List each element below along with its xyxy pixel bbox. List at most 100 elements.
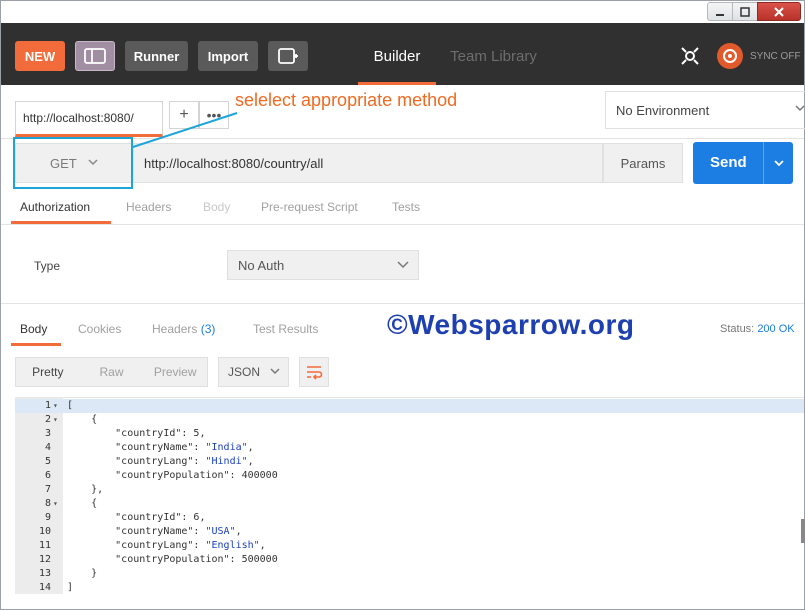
params-button[interactable]: Params (603, 143, 683, 183)
view-raw-button[interactable]: Raw (80, 365, 144, 379)
tab-response-body[interactable]: Body (20, 322, 47, 336)
wrap-lines-button[interactable] (299, 357, 329, 387)
code-line: 3 "countryId": 5, (15, 427, 804, 441)
code-line: 1 ▾ [ (15, 399, 804, 413)
json-punctuation: , (247, 442, 254, 453)
chevron-down-icon (773, 160, 784, 167)
line-number: 1 (44, 400, 51, 411)
code-line: 5 "countryLang": "Hindi", (15, 455, 804, 469)
code-text: "countryLang": "English", (67, 539, 266, 553)
toggle-sidebar-button[interactable] (75, 41, 115, 71)
chevron-down-icon (87, 156, 99, 171)
divider (1, 303, 804, 304)
auth-type-select[interactable]: No Auth (227, 250, 419, 280)
tab-authorization[interactable]: Authorization (20, 200, 90, 214)
response-code-editor[interactable]: 1 ▾[2 ▾ {3 "countryId": 5, 4 "countryName":… (15, 397, 804, 595)
code-line: 8 ▾ { (15, 497, 804, 511)
code-text: "countryName": "USA", (67, 525, 241, 539)
method-value: GET (50, 155, 77, 171)
json-string-value: "Hindi" (205, 456, 248, 467)
new-window-button[interactable] (268, 41, 308, 71)
line-number: 2 (44, 414, 51, 425)
tab-pre-request-script[interactable]: Pre-request Script (261, 200, 358, 214)
code-line: 12 "countryPopulation": 500000 (15, 553, 804, 567)
line-number: 8 (44, 498, 51, 509)
status-label: Status: (720, 323, 755, 335)
sync-button[interactable] (715, 41, 745, 71)
json-punctuation: , (259, 540, 266, 551)
annotation-text: selelect appropriate method (235, 90, 458, 110)
json-string-value: "India" (205, 442, 248, 453)
line-number: 14 (38, 582, 51, 593)
tab-test-results[interactable]: Test Results (253, 322, 318, 336)
maximize-icon (740, 6, 750, 17)
code-text: { (67, 414, 98, 425)
code-line: 2 ▾ { (15, 413, 804, 427)
environment-select[interactable]: No Environment (605, 91, 805, 129)
json-key: "countryLang": (67, 540, 206, 551)
code-text: }, (67, 484, 104, 495)
tab-builder[interactable]: Builder (358, 45, 436, 85)
runner-button[interactable]: Runner (125, 41, 188, 71)
url-input[interactable]: http://localhost:8080/country/all (133, 143, 603, 183)
line-number: 13 (38, 568, 51, 579)
close-icon (774, 6, 784, 17)
code-line: 11 "countryLang": "English", (15, 539, 804, 553)
json-key: "countryName": (67, 442, 206, 453)
satellite-icon (681, 47, 699, 65)
tab-response-headers[interactable]: Headers (3) (152, 322, 215, 336)
auth-section: Type No Auth (1, 225, 804, 303)
interceptor-button[interactable] (675, 41, 705, 71)
new-button[interactable]: NEW (15, 41, 65, 71)
response-status: Status: 200 OK (720, 323, 795, 335)
sync-icon (717, 43, 743, 69)
close-button[interactable] (757, 2, 801, 21)
new-tab-button[interactable]: + (169, 101, 199, 129)
code-text: "countryLang": "Hindi", (67, 455, 254, 469)
active-tab-indicator (11, 343, 61, 346)
json-string-value: "USA" (205, 526, 236, 537)
response-headers-label: Headers (152, 322, 198, 336)
code-text: "countryPopulation": 500000 (67, 554, 278, 565)
app-window: NEW Runner Import Builder Team Library S… (0, 0, 805, 610)
maximize-button[interactable] (732, 2, 758, 21)
response-headers-count: (3) (200, 322, 216, 336)
sidebar-icon (84, 48, 106, 64)
minimize-button[interactable] (707, 2, 733, 21)
window-titlebar (1, 1, 804, 23)
import-button[interactable]: Import (198, 41, 258, 71)
tab-response-cookies[interactable]: Cookies (78, 322, 121, 336)
fold-toggle-icon[interactable]: ▾ (53, 413, 58, 427)
fold-toggle-icon[interactable]: ▾ (53, 399, 58, 413)
line-number: 11 (38, 540, 51, 551)
json-key: "countryLang": (67, 456, 206, 467)
view-pretty-button[interactable]: Pretty (16, 365, 80, 379)
scrollbar[interactable] (801, 519, 805, 543)
json-string-value: "English" (205, 540, 260, 551)
format-select[interactable]: JSON (218, 357, 289, 387)
fold-toggle-icon[interactable]: ▾ (53, 497, 58, 511)
line-number: 9 (44, 512, 51, 523)
tab-tests[interactable]: Tests (392, 200, 420, 214)
tab-headers[interactable]: Headers (126, 200, 171, 214)
method-select[interactable]: GET (15, 143, 133, 183)
code-line: 14] (15, 581, 804, 595)
view-mode-group: Pretty Raw Preview (15, 357, 208, 387)
send-button[interactable]: Send (693, 142, 793, 184)
chevron-down-icon (269, 365, 281, 380)
tab-options-button[interactable]: ••• (199, 101, 229, 129)
status-value: 200 OK (757, 323, 795, 335)
line-number: 12 (38, 554, 51, 565)
code-text: "countryId": 6, (67, 512, 206, 523)
tab-body[interactable]: Body (203, 200, 230, 214)
send-options-button[interactable] (763, 142, 793, 184)
new-window-icon (278, 48, 298, 64)
code-line: 6 "countryPopulation": 400000 (15, 469, 804, 483)
view-preview-button[interactable]: Preview (143, 365, 207, 379)
format-value: JSON (228, 365, 261, 379)
tab-team-library[interactable]: Team Library (441, 45, 546, 85)
auth-type-value: No Auth (238, 257, 285, 273)
line-number: 6 (44, 470, 51, 481)
request-tab[interactable]: http://localhost:8080/ (15, 101, 163, 137)
chevron-down-icon (396, 257, 410, 274)
